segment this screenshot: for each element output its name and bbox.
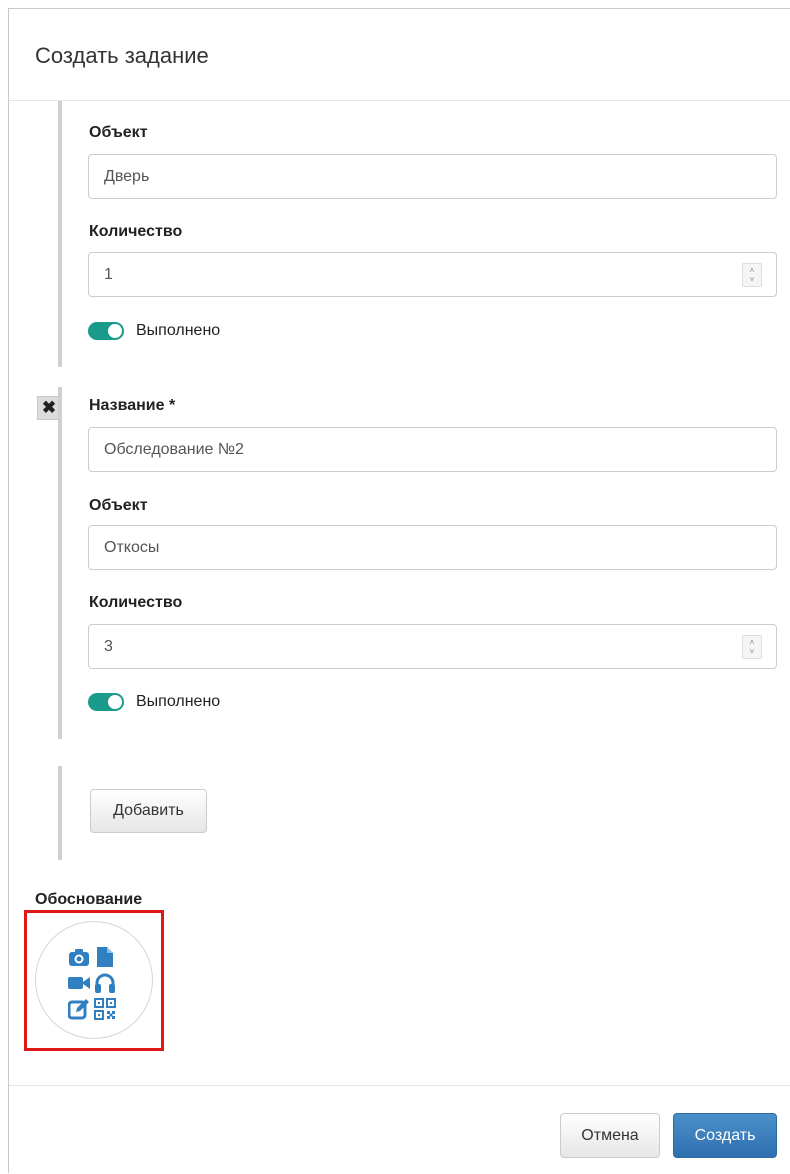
item-2-done-toggle[interactable]: [88, 693, 124, 711]
item-2-quantity-input[interactable]: 3 ˄ ˅: [88, 624, 777, 669]
add-section-bar: [58, 766, 62, 860]
dialog-title: Создать задание: [35, 43, 209, 68]
item-1-done-toggle[interactable]: [88, 322, 124, 340]
close-icon: ✖: [41, 398, 57, 417]
attachment-icon-grid: [67, 944, 117, 1022]
quantity-stepper-icon[interactable]: ˄ ˅: [742, 635, 762, 659]
add-item-button[interactable]: Добавить: [90, 789, 207, 833]
toggle-knob: [108, 324, 122, 338]
dialog-header: Создать задание: [9, 9, 790, 101]
attachment-picker[interactable]: [35, 921, 153, 1039]
item-2-name-input[interactable]: Обследование №2: [88, 427, 777, 472]
file-icon[interactable]: [93, 944, 117, 970]
item-2-quantity-value: 3: [104, 638, 113, 655]
item-1-quantity-input[interactable]: 1 ˄ ˅: [88, 252, 777, 297]
item-1-quantity-value: 1: [104, 266, 113, 283]
item-2-object-label: Объект: [89, 497, 148, 514]
toggle-knob: [108, 695, 122, 709]
edit-icon[interactable]: [67, 996, 91, 1022]
item-2-name-label: Название *: [89, 397, 176, 414]
item-2-done-toggle-row[interactable]: Выполнено: [88, 691, 220, 713]
item-1-done-label: Выполнено: [136, 322, 221, 339]
item-1-object-label: Объект: [89, 124, 148, 141]
headphones-icon[interactable]: [93, 970, 117, 996]
item-1-object-input[interactable]: Дверь: [88, 154, 777, 199]
video-camera-icon[interactable]: [67, 970, 91, 996]
item-1-quantity-label: Количество: [89, 223, 183, 240]
dialog-footer: Отмена Создать: [9, 1085, 790, 1174]
qr-code-icon[interactable]: [93, 996, 117, 1022]
attachment-highlight: [24, 910, 164, 1051]
cancel-button[interactable]: Отмена: [560, 1113, 660, 1158]
item-1-done-toggle-row[interactable]: Выполнено: [88, 320, 220, 342]
item-2-object-input[interactable]: Откосы: [88, 525, 777, 570]
item-2-quantity-label: Количество: [89, 594, 183, 611]
justification-label: Обоснование: [35, 891, 143, 908]
item-2-done-label: Выполнено: [136, 693, 221, 710]
quantity-stepper-icon[interactable]: ˄ ˅: [742, 263, 762, 287]
camera-icon[interactable]: [67, 944, 91, 970]
create-button[interactable]: Создать: [673, 1113, 777, 1158]
create-task-dialog: Создать задание Объект Дверь Количество …: [8, 8, 790, 1173]
item-1-bar: [58, 101, 62, 367]
item-2-bar: [58, 387, 62, 739]
